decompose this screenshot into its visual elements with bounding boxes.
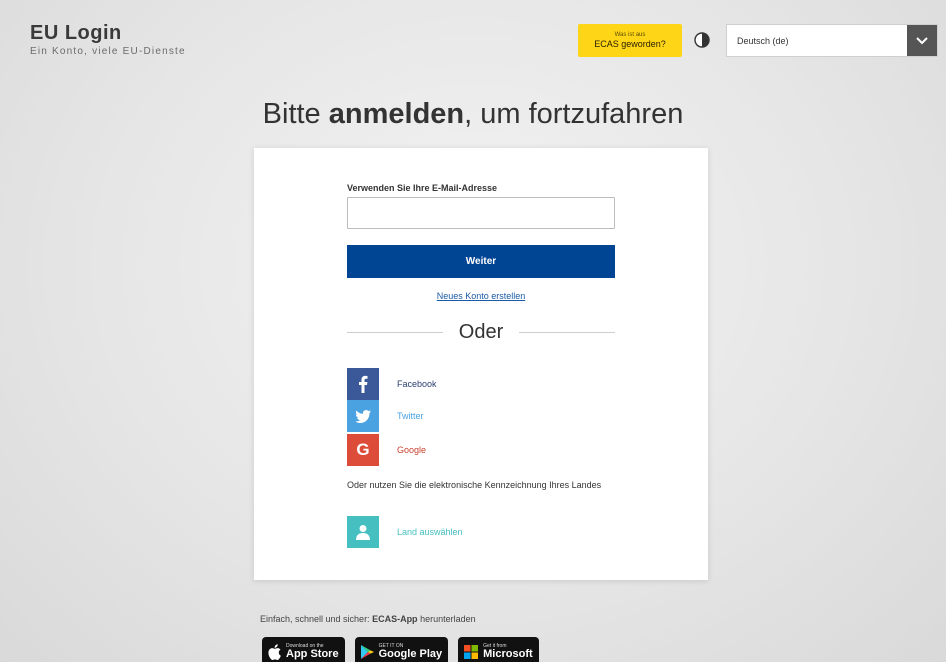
page-title: Bitte anmelden, um fortzufahren (8, 98, 938, 131)
brand-subtitle: Ein Konto, viele EU-Dienste (30, 46, 186, 57)
apple-icon (268, 644, 281, 660)
brand-title: EU Login (30, 22, 122, 44)
google-login-button[interactable]: G Google (347, 434, 615, 466)
ecas-small-label: Was ist aus (614, 32, 646, 38)
google-label: Google (397, 445, 427, 455)
google-play-icon (360, 645, 374, 659)
app-download-text: Einfach, schnell und sicher: ECAS-App he… (260, 614, 476, 624)
eid-description: Oder nutzen Sie die elektronische Kennze… (347, 480, 602, 490)
divider-line-right (519, 331, 615, 333)
brand: EU Login Ein Konto, viele EU-Dienste (30, 22, 186, 57)
language-select[interactable]: Deutsch (de) (726, 24, 938, 57)
page-frame: EU Login Ein Konto, viele EU-Dienste Was… (8, 8, 938, 662)
page-title-bold: anmelden (328, 98, 465, 130)
page-title-prefix: Bitte (262, 98, 329, 130)
app-store-name: App Store (286, 648, 339, 660)
or-divider: Oder (347, 321, 615, 343)
ecas-main-label: ECAS geworden? (594, 39, 666, 49)
email-label: Verwenden Sie Ihre E-Mail-Adresse (347, 183, 498, 193)
contrast-icon (694, 32, 710, 48)
select-country-button[interactable]: Land auswählen (347, 516, 615, 548)
app-download-bold: ECAS-App (372, 614, 418, 624)
app-download-prefix: Einfach, schnell und sicher: (260, 614, 373, 624)
twitter-label: Twitter (397, 411, 424, 421)
login-card: Verwenden Sie Ihre E-Mail-Adresse Weiter… (254, 148, 708, 580)
ecas-info-button[interactable]: Was ist aus ECAS geworden? (578, 24, 682, 57)
chevron-down-icon[interactable] (907, 25, 937, 56)
or-label: Oder (458, 320, 504, 343)
google-play-name: Google Play (378, 648, 443, 660)
next-button[interactable]: Weiter (347, 245, 615, 278)
facebook-login-button[interactable]: Facebook (347, 368, 615, 400)
windows-icon (464, 645, 479, 659)
divider-line-left (347, 331, 443, 333)
twitter-icon (347, 400, 379, 432)
store-badges: Download on the App Store GET IT ON Goog… (262, 637, 539, 662)
google-icon: G (347, 434, 379, 466)
email-field[interactable] (347, 197, 615, 229)
contrast-toggle-button[interactable] (692, 30, 712, 50)
person-icon (347, 516, 379, 548)
microsoft-name: Microsoft (483, 648, 533, 660)
google-play-badge[interactable]: GET IT ON Google Play (354, 637, 449, 662)
twitter-login-button[interactable]: Twitter (347, 400, 615, 432)
app-download-suffix: herunterladen (417, 614, 476, 624)
microsoft-badge[interactable]: Get it from Microsoft (458, 637, 539, 662)
language-value: Deutsch (de) (737, 35, 789, 46)
page-title-suffix: , um fortzufahren (464, 98, 684, 130)
select-country-label: Land auswählen (397, 527, 463, 537)
facebook-icon (347, 368, 379, 400)
facebook-label: Facebook (397, 379, 437, 389)
app-store-badge[interactable]: Download on the App Store (262, 637, 345, 662)
create-account-link[interactable]: Neues Konto erstellen (347, 291, 615, 301)
